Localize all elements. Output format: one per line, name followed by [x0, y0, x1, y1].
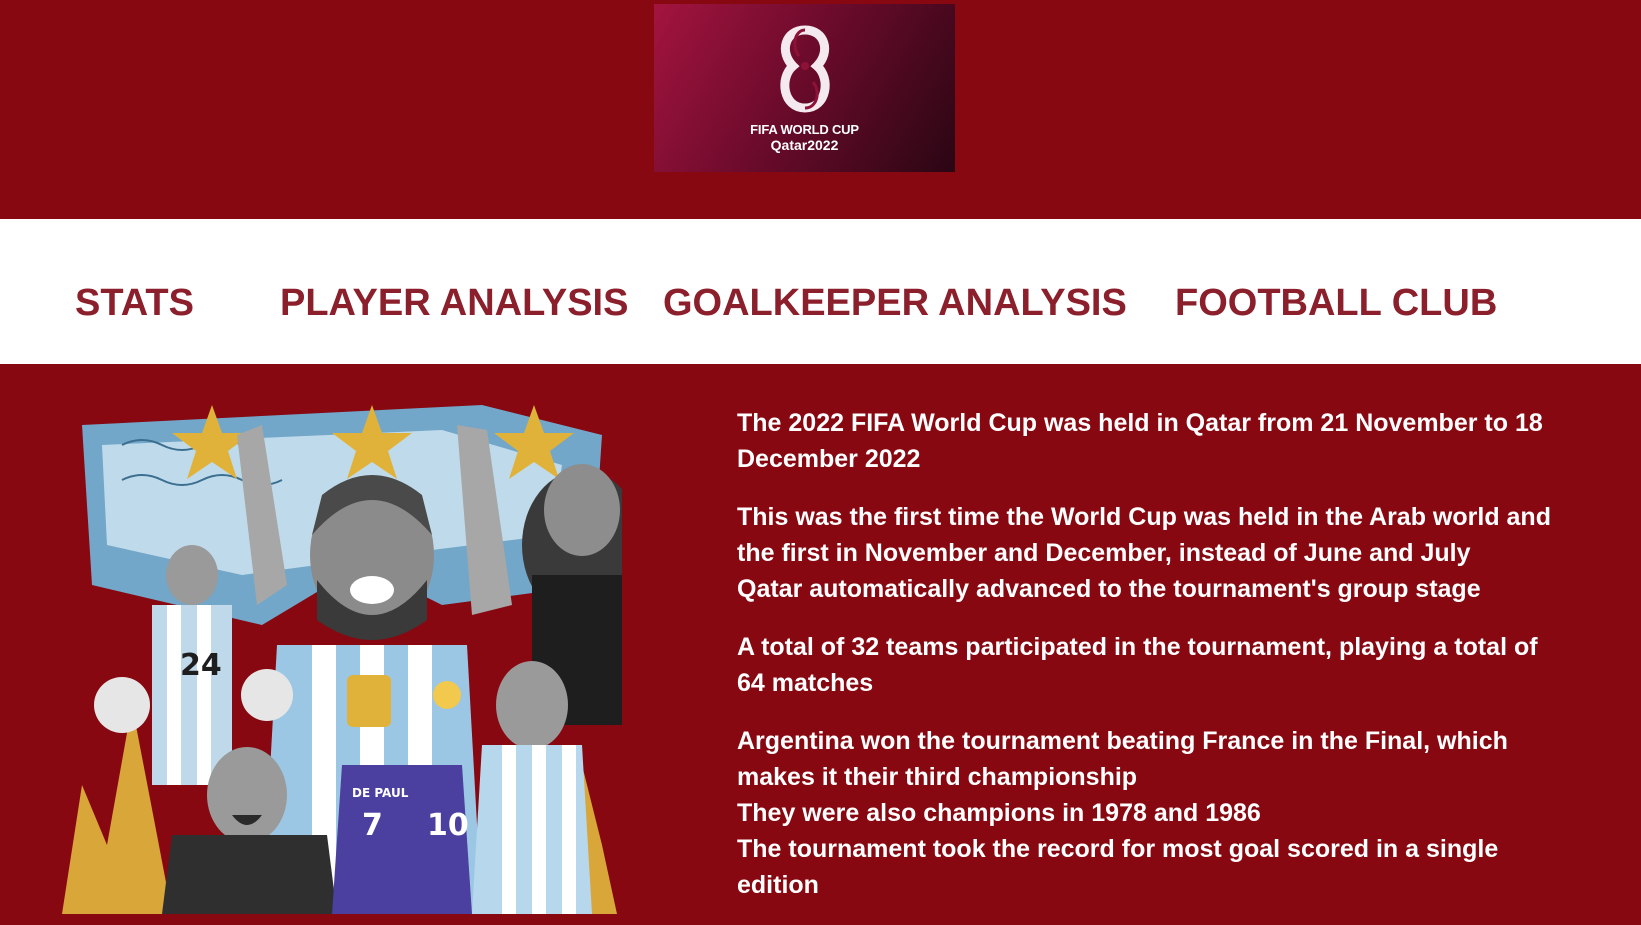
summary-line: This was the first time the World Cup wa… [737, 503, 1551, 531]
summary-paragraph-host: This was the first time the World Cup wa… [737, 499, 1637, 607]
jersey-number: 24 [180, 648, 222, 683]
jersey-number: 10 [427, 808, 469, 843]
summary-line: The 2022 FIFA World Cup was held in Qata… [737, 409, 1543, 437]
logo-title: FIFA WORLD CUP [750, 122, 859, 137]
nav-stats[interactable]: STATS [75, 281, 194, 325]
argentina-champions-image: 24 DE PAUL 7 10 [62, 405, 622, 914]
nav-football-club[interactable]: FOOTBALL CLUB [1175, 281, 1497, 325]
summary-line: They were also champions in 1978 and 198… [737, 799, 1261, 827]
nav-goalkeeper-analysis[interactable]: GOALKEEPER ANALYSIS [663, 281, 1127, 325]
jersey-name: DE PAUL [352, 786, 409, 800]
summary-line: the first in November and December, inst… [737, 539, 1471, 567]
world-cup-emblem-icon [780, 25, 829, 113]
main-navigation: STATS PLAYER ANALYSIS GOALKEEPER ANALYSI… [0, 219, 1641, 364]
summary-line: 64 matches [737, 669, 874, 697]
jersey-number: 7 [362, 808, 383, 843]
summary-line: Qatar automatically advanced to the tour… [737, 575, 1481, 603]
argentina-players-collage: 24 DE PAUL 7 10 [62, 405, 622, 914]
summary-line: December 2022 [737, 445, 921, 473]
logo-subtitle: Qatar2022 [770, 137, 839, 153]
summary-line: Argentina won the tournament beating Fra… [737, 727, 1508, 755]
summary-line: makes it their third championship [737, 763, 1138, 791]
nav-player-analysis[interactable]: PLAYER ANALYSIS [280, 281, 628, 325]
summary-line: edition [737, 871, 819, 899]
fifa-world-cup-logo: FIFA WORLD CUP Qatar2022 [654, 4, 955, 172]
world-cup-summary: The 2022 FIFA World Cup was held in Qata… [737, 405, 1637, 925]
summary-paragraph-dates: The 2022 FIFA World Cup was held in Qata… [737, 405, 1637, 477]
summary-line: The tournament took the record for most … [737, 835, 1499, 863]
summary-paragraph-teams: A total of 32 teams participated in the … [737, 629, 1637, 701]
summary-line: A total of 32 teams participated in the … [737, 633, 1538, 661]
summary-paragraph-winner: Argentina won the tournament beating Fra… [737, 723, 1637, 903]
